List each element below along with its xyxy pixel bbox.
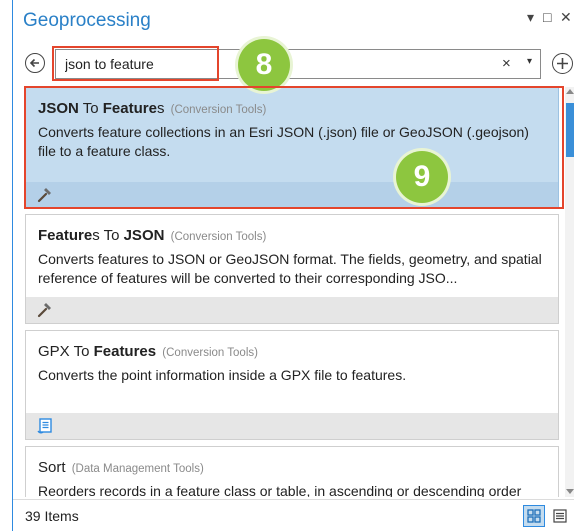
plus-icon: [557, 58, 568, 69]
result-description: Converts the point information inside a …: [38, 367, 407, 383]
result-description: Reorders records in a feature class or t…: [38, 483, 522, 497]
result-sort[interactable]: Sort (Data Management Tools) Reorders re…: [25, 446, 559, 497]
result-toolbox: (Conversion Tools): [170, 104, 267, 116]
back-button[interactable]: [25, 53, 45, 73]
search-results-list: JSON To Features (Conversion Tools) Conv…: [25, 87, 559, 497]
result-title: Features To JSON (Conversion Tools): [38, 227, 267, 244]
pin-dropdown-icon[interactable]: ▾: [527, 9, 534, 25]
result-toolbox: (Conversion Tools): [162, 347, 258, 359]
clear-search-icon[interactable]: ×: [502, 55, 511, 72]
result-toolbox: (Conversion Tools): [170, 231, 267, 243]
restore-icon[interactable]: □: [543, 9, 551, 25]
scroll-up-arrow-icon[interactable]: [566, 89, 574, 94]
close-icon[interactable]: ✕: [560, 9, 572, 25]
annotation-badge-9: 9: [396, 151, 448, 203]
back-arrow-icon: [29, 58, 39, 68]
add-button[interactable]: [552, 53, 573, 74]
geoprocessing-pane: Geoprocessing ▾ □ ✕ × ▾ JSON To Features…: [12, 0, 574, 532]
annotation-badge-8: 8: [238, 39, 290, 91]
script-icon: [37, 418, 52, 434]
hammer-icon: [37, 188, 51, 203]
search-row: × ▾: [13, 48, 574, 82]
pane-titlebar: Geoprocessing ▾ □ ✕: [13, 0, 574, 40]
result-footer: [26, 297, 558, 323]
result-description: Converts features to JSON or GeoJSON for…: [38, 251, 542, 286]
status-bar: 39 Items: [13, 499, 574, 532]
grid-view-icon: [527, 509, 541, 523]
result-title: JSON To Features (Conversion Tools): [38, 100, 267, 117]
search-box: × ▾: [55, 49, 541, 79]
list-view-button[interactable]: [549, 505, 571, 527]
result-title: Sort (Data Management Tools): [38, 459, 204, 476]
result-title: GPX To Features (Conversion Tools): [38, 343, 258, 360]
result-gpx-to-features[interactable]: GPX To Features (Conversion Tools) Conve…: [25, 330, 559, 440]
result-footer: [26, 413, 558, 439]
hammer-icon: [37, 303, 51, 318]
results-scrollbar[interactable]: [565, 87, 574, 497]
result-toolbox: (Data Management Tools): [71, 463, 204, 475]
result-features-to-json[interactable]: Features To JSON (Conversion Tools) Conv…: [25, 214, 559, 324]
pane-title: Geoprocessing: [23, 10, 151, 31]
result-description: Converts feature collections in an Esri …: [38, 124, 529, 159]
result-json-to-features[interactable]: JSON To Features (Conversion Tools) Conv…: [25, 87, 559, 209]
item-count: 39 Items: [25, 508, 79, 524]
grid-view-button[interactable]: [523, 505, 545, 527]
scroll-down-arrow-icon[interactable]: [566, 489, 574, 494]
search-options-dropdown-icon[interactable]: ▾: [527, 56, 532, 67]
result-footer: [26, 182, 558, 208]
scroll-thumb[interactable]: [566, 103, 574, 157]
list-view-icon: [553, 509, 567, 523]
